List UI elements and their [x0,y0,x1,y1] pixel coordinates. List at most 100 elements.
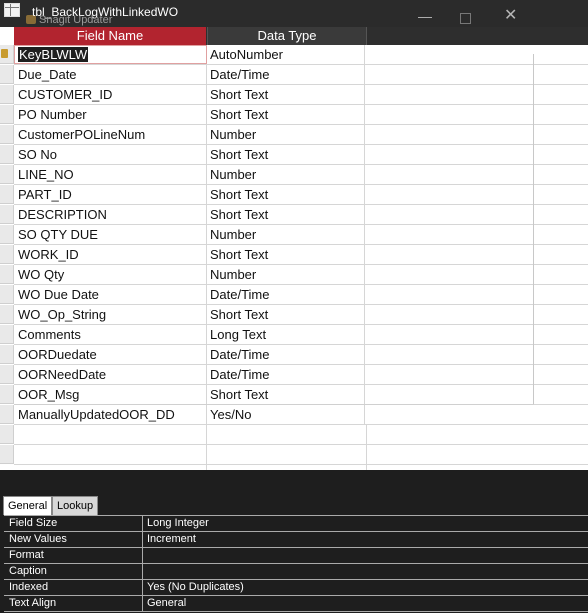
field-row[interactable]: KeyBLWLW AutoNumber [14,45,588,65]
row-selector[interactable] [0,265,14,284]
field-name-cell[interactable]: LINE_NO [14,165,207,184]
field-name-cell[interactable]: SO No [14,145,207,164]
row-selector[interactable] [0,345,14,364]
field-name-cell[interactable]: OORDuedate [14,345,207,364]
description-cell[interactable] [367,45,588,64]
row-selector[interactable] [0,165,14,184]
row-selector[interactable] [0,245,14,264]
row-selector[interactable] [0,445,14,464]
empty-row[interactable] [14,425,588,445]
row-selector[interactable] [0,65,14,84]
field-name-cell[interactable]: WO Due Date [14,285,207,304]
description-cell[interactable] [367,245,588,264]
row-selector[interactable] [0,225,14,244]
data-type-cell[interactable]: Yes/No [207,405,365,424]
field-row[interactable]: CUSTOMER_ID Short Text [14,85,588,105]
field-name-cell[interactable]: KeyBLWLW [14,45,207,64]
property-value[interactable] [142,564,587,579]
field-name-cell[interactable]: DESCRIPTION [14,205,207,224]
field-row[interactable]: PO Number Short Text [14,105,588,125]
property-row[interactable]: Field Size Long Integer [4,516,588,532]
description-cell[interactable] [367,405,588,424]
field-name-cell[interactable]: OORNeedDate [14,365,207,384]
field-row[interactable]: WO Due Date Date/Time [14,285,588,305]
data-type-cell[interactable]: AutoNumber [207,45,365,64]
row-selector[interactable] [0,125,14,144]
data-type-cell[interactable]: Short Text [207,205,365,224]
field-name-cell[interactable]: OOR_Msg [14,385,207,404]
tab-lookup[interactable]: Lookup [52,496,99,515]
description-cell[interactable] [367,285,588,304]
property-value[interactable]: Long Integer [142,516,587,531]
row-selector[interactable] [0,105,14,124]
field-row[interactable]: DESCRIPTION Short Text [14,205,588,225]
field-row[interactable]: OORDuedate Date/Time [14,345,588,365]
field-row[interactable]: ManuallyUpdatedOOR_DD Yes/No [14,405,588,425]
description-cell[interactable] [367,145,588,164]
data-type-cell[interactable]: Short Text [207,305,365,324]
field-name-cell[interactable]: SO QTY DUE [14,225,207,244]
row-selector[interactable] [0,205,14,224]
row-selector[interactable] [0,185,14,204]
property-value[interactable]: Yes (No Duplicates) [142,580,587,595]
minimize-button[interactable]: — [418,9,432,23]
data-type-cell[interactable]: Short Text [207,385,365,404]
field-name-cell[interactable]: CUSTOMER_ID [14,85,207,104]
field-name-cell[interactable]: CustomerPOLineNum [14,125,207,144]
property-row[interactable]: Format [4,548,588,564]
description-cell[interactable] [367,105,588,124]
description-cell[interactable] [367,185,588,204]
field-name-cell[interactable]: WO_Op_String [14,305,207,324]
field-row[interactable]: PART_ID Short Text [14,185,588,205]
row-selector[interactable] [0,425,14,444]
row-selector[interactable] [0,365,14,384]
data-type-cell[interactable]: Date/Time [207,365,365,384]
data-type-cell[interactable]: Short Text [207,245,365,264]
tab-general[interactable]: General [3,496,53,515]
data-type-header[interactable]: Data Type [207,27,366,45]
field-name-cell[interactable]: PART_ID [14,185,207,204]
field-row[interactable]: Due_Date Date/Time [14,65,588,85]
data-type-cell[interactable]: Number [207,125,365,144]
field-row[interactable]: LINE_NO Number [14,165,588,185]
description-cell[interactable] [367,345,588,364]
data-type-cell[interactable]: Short Text [207,185,365,204]
property-value[interactable]: Increment [142,532,587,547]
field-row[interactable]: SO No Short Text [14,145,588,165]
field-name-cell[interactable]: Comments [14,325,207,344]
row-selector[interactable] [0,325,14,344]
row-selector[interactable] [0,305,14,324]
property-row[interactable]: New Values Increment [4,532,588,548]
field-row[interactable]: OORNeedDate Date/Time [14,365,588,385]
row-selector[interactable] [0,85,14,104]
description-cell[interactable] [367,385,588,404]
description-cell[interactable] [367,125,588,144]
description-cell[interactable] [367,225,588,244]
row-selector[interactable] [0,285,14,304]
field-name-header[interactable]: Field Name [14,27,206,45]
property-row[interactable]: Text Align General [4,596,588,612]
field-name-cell[interactable]: ManuallyUpdatedOOR_DD [14,405,207,424]
field-row[interactable]: SO QTY DUE Number [14,225,588,245]
data-type-cell[interactable]: Number [207,265,365,284]
close-button[interactable]: ✕ [504,8,517,24]
description-cell[interactable] [367,165,588,184]
data-type-cell[interactable]: Date/Time [207,65,365,84]
field-name-cell[interactable]: Due_Date [14,65,207,84]
data-type-cell[interactable]: Date/Time [207,345,365,364]
field-row[interactable]: OOR_Msg Short Text [14,385,588,405]
data-type-cell[interactable]: Short Text [207,145,365,164]
data-type-cell[interactable]: Short Text [207,105,365,124]
property-value[interactable]: General [142,596,587,611]
field-row[interactable]: CustomerPOLineNum Number [14,125,588,145]
data-type-cell[interactable]: Number [207,165,365,184]
data-type-cell[interactable]: Number [207,225,365,244]
description-cell[interactable] [367,65,588,84]
property-value[interactable] [142,548,587,563]
field-row[interactable]: WORK_ID Short Text [14,245,588,265]
property-row[interactable]: Caption [4,564,588,580]
description-cell[interactable] [367,365,588,384]
field-name-cell[interactable]: WO Qty [14,265,207,284]
description-cell[interactable] [367,305,588,324]
row-selector[interactable] [0,385,14,404]
